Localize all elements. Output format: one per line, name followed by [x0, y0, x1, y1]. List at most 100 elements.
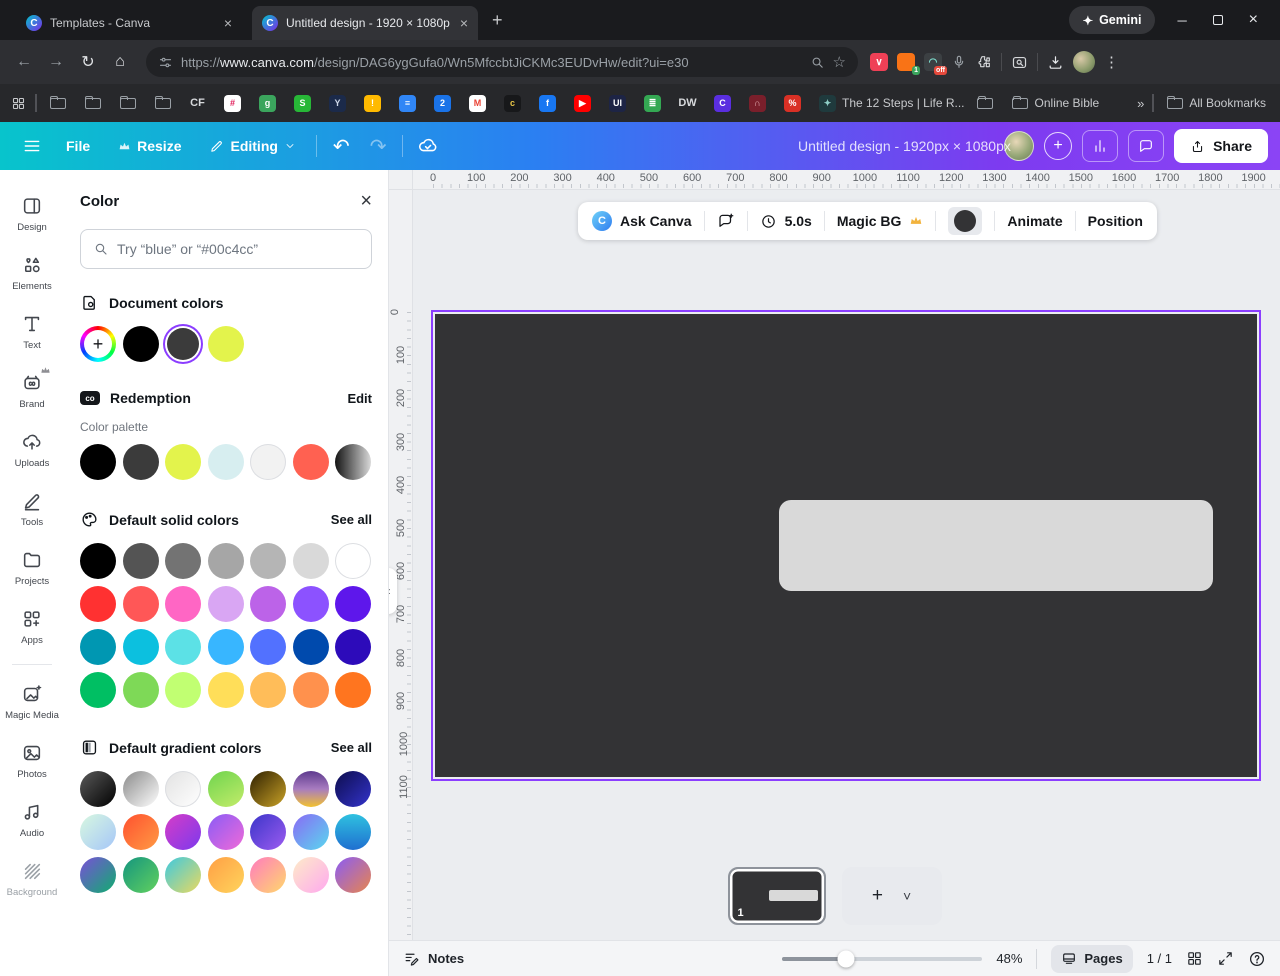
- color-swatch[interactable]: [293, 444, 329, 480]
- sidebar-item-tools[interactable]: Tools: [3, 481, 61, 537]
- color-swatch[interactable]: [293, 586, 329, 622]
- see-all-gradient-link[interactable]: See all: [331, 740, 372, 755]
- color-swatch[interactable]: [335, 444, 371, 480]
- background-color-button[interactable]: [948, 207, 982, 235]
- home-icon[interactable]: ⌂: [106, 53, 134, 71]
- main-menu-icon[interactable]: [22, 136, 42, 156]
- bookmark-item[interactable]: [150, 92, 181, 115]
- bookmark-item[interactable]: #: [220, 92, 251, 115]
- bookmark-item[interactable]: [115, 92, 146, 115]
- address-bar[interactable]: https://www.canva.com/design/DAG6ygGufa0…: [146, 47, 858, 77]
- color-swatch[interactable]: [123, 444, 159, 480]
- gradient-swatch[interactable]: [80, 857, 116, 893]
- sidebar-item-brand[interactable]: co Brand: [3, 363, 61, 419]
- editing-mode-dropdown[interactable]: Editing: [195, 130, 309, 162]
- gradient-swatch[interactable]: [335, 857, 371, 893]
- panel-close-icon[interactable]: ×: [360, 190, 372, 213]
- bookmark-star-icon[interactable]: ☆: [833, 53, 846, 71]
- color-swatch[interactable]: [250, 543, 286, 579]
- color-swatch[interactable]: [208, 629, 244, 665]
- edit-brand-link[interactable]: Edit: [347, 391, 372, 406]
- color-swatch[interactable]: [123, 672, 159, 708]
- see-all-solid-link[interactable]: See all: [331, 512, 372, 527]
- all-bookmarks[interactable]: All Bookmarks: [1162, 92, 1270, 115]
- tab-templates[interactable]: C Templates - Canva ×: [16, 6, 242, 40]
- add-color-button[interactable]: +: [80, 326, 116, 362]
- bookmark-item[interactable]: [973, 92, 1004, 115]
- color-swatch[interactable]: [165, 543, 201, 579]
- insights-button[interactable]: [1082, 130, 1118, 162]
- extension-icon[interactable]: 1: [897, 53, 915, 71]
- resize-button[interactable]: Resize: [104, 130, 195, 162]
- bookmark-item[interactable]: ✦ The 12 Steps | Life R...: [815, 92, 969, 115]
- gradient-swatch[interactable]: [208, 814, 244, 850]
- gradient-swatch[interactable]: [80, 814, 116, 850]
- bookmark-item[interactable]: g: [255, 92, 286, 115]
- color-swatch[interactable]: [335, 543, 371, 579]
- gradient-swatch[interactable]: [80, 771, 116, 807]
- sidebar-item-text[interactable]: Text: [3, 304, 61, 360]
- share-button[interactable]: Share: [1174, 129, 1268, 163]
- sidebar-item-audio[interactable]: Audio: [3, 792, 61, 848]
- color-swatch[interactable]: [165, 629, 201, 665]
- file-menu[interactable]: File: [52, 130, 104, 162]
- sidebar-item-elements[interactable]: Elements: [3, 245, 61, 301]
- color-swatch[interactable]: [123, 586, 159, 622]
- gradient-swatch[interactable]: [250, 814, 286, 850]
- bookmark-item[interactable]: [45, 92, 76, 115]
- site-settings-icon[interactable]: [158, 55, 173, 70]
- magic-bg-button[interactable]: Magic BG: [837, 213, 924, 229]
- bookmark-item[interactable]: c: [500, 92, 531, 115]
- zoom-slider[interactable]: [782, 957, 982, 961]
- bookmarks-overflow-icon[interactable]: »: [1137, 96, 1144, 111]
- back-icon[interactable]: ←: [10, 53, 38, 71]
- gradient-swatch[interactable]: [250, 771, 286, 807]
- sidebar-item-apps[interactable]: Apps: [3, 599, 61, 655]
- gradient-swatch[interactable]: [293, 771, 329, 807]
- color-swatch[interactable]: [80, 629, 116, 665]
- color-swatch[interactable]: [208, 586, 244, 622]
- tab-close-icon[interactable]: ×: [460, 15, 468, 31]
- color-swatch[interactable]: [80, 672, 116, 708]
- color-swatch[interactable]: [335, 586, 371, 622]
- design-page[interactable]: [433, 312, 1259, 779]
- comments-button[interactable]: [1128, 130, 1164, 162]
- color-swatch[interactable]: [123, 543, 159, 579]
- bookmark-item[interactable]: %: [780, 92, 811, 115]
- bookmark-item[interactable]: ∩: [745, 92, 776, 115]
- bookmark-item[interactable]: ▶: [570, 92, 601, 115]
- window-maximize-button[interactable]: [1213, 15, 1223, 25]
- pages-view-button[interactable]: Pages: [1051, 945, 1132, 973]
- color-swatch[interactable]: [208, 326, 244, 362]
- bookmark-item[interactable]: ≣: [640, 92, 671, 115]
- bookmark-item[interactable]: S: [290, 92, 321, 115]
- gradient-swatch[interactable]: [250, 857, 286, 893]
- color-swatch[interactable]: [293, 543, 329, 579]
- color-swatch[interactable]: [293, 629, 329, 665]
- download-icon[interactable]: [1047, 54, 1064, 71]
- sidebar-item-background[interactable]: Background: [3, 851, 61, 907]
- forward-icon[interactable]: →: [42, 53, 70, 71]
- add-comment-button[interactable]: [717, 212, 735, 230]
- sidebar-item-magic-media[interactable]: Magic Media: [3, 674, 61, 730]
- bookmark-item[interactable]: Online Bible: [1008, 92, 1104, 115]
- color-swatch[interactable]: [165, 586, 201, 622]
- bookmark-item[interactable]: f: [535, 92, 566, 115]
- color-swatch[interactable]: [293, 672, 329, 708]
- gradient-swatch[interactable]: [208, 771, 244, 807]
- profile-avatar[interactable]: [1073, 51, 1095, 73]
- gradient-swatch[interactable]: [165, 771, 201, 807]
- reload-icon[interactable]: ↻: [74, 52, 102, 72]
- color-swatch[interactable]: [335, 629, 371, 665]
- invite-member-button[interactable]: +: [1044, 132, 1072, 160]
- help-icon[interactable]: [1248, 950, 1266, 968]
- window-minimize-button[interactable]: ─: [1177, 13, 1186, 28]
- color-swatch[interactable]: [208, 543, 244, 579]
- bookmark-item[interactable]: M: [465, 92, 496, 115]
- apps-grid-icon[interactable]: [10, 95, 27, 112]
- gradient-swatch[interactable]: [123, 771, 159, 807]
- color-swatch[interactable]: [250, 586, 286, 622]
- bookmark-item[interactable]: 2: [430, 92, 461, 115]
- gradient-swatch[interactable]: [293, 814, 329, 850]
- gradient-swatch[interactable]: [165, 814, 201, 850]
